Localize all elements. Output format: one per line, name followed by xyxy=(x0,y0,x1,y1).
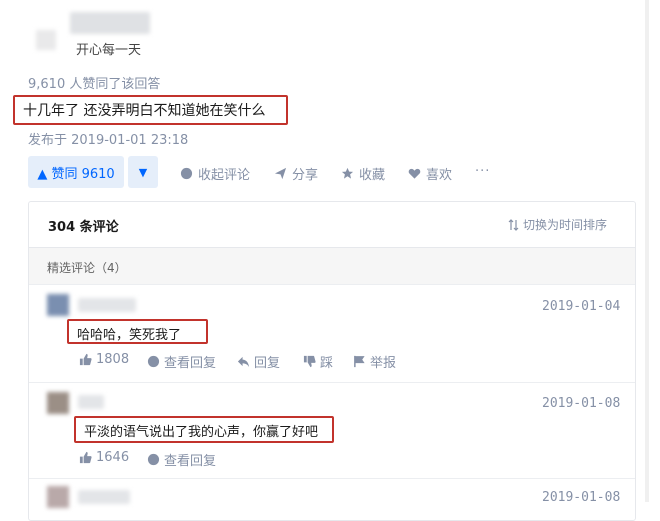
comment-author-name[interactable] xyxy=(78,395,104,409)
comment-date: 2019-01-04 xyxy=(542,299,621,314)
reply-arrow-icon xyxy=(237,356,250,368)
share-label: 分享 xyxy=(292,168,319,183)
downvote-button[interactable]: ▼ xyxy=(128,156,158,188)
more-button[interactable]: ··· xyxy=(475,164,490,179)
comment-avatar[interactable] xyxy=(47,392,69,414)
comment-bubble-icon xyxy=(147,453,160,466)
reply-button[interactable]: 回复 xyxy=(237,352,280,371)
thumbs-up-icon xyxy=(79,451,92,464)
comment-date: 2019-01-08 xyxy=(542,396,621,411)
comment-date: 2019-01-08 xyxy=(542,490,621,505)
scrollbar[interactable] xyxy=(645,0,649,502)
divider xyxy=(29,478,635,479)
author-avatar[interactable] xyxy=(36,30,56,50)
comment-text: 平淡的语气说出了我的心声，你赢了好吧 xyxy=(84,425,319,440)
view-replies-label: 查看回复 xyxy=(164,356,217,371)
comment-avatar[interactable] xyxy=(47,294,69,316)
view-replies-button[interactable]: 查看回复 xyxy=(147,352,216,371)
sort-arrows-icon xyxy=(508,218,519,231)
comment-body: 哈哈哈，笑死我了 xyxy=(67,319,208,344)
comment-like-button[interactable]: 1808 xyxy=(79,352,129,367)
dislike-button[interactable]: 踩 xyxy=(303,352,333,371)
report-button[interactable]: 举报 xyxy=(353,352,396,371)
upvote-label: ▲ 赞同 9610 xyxy=(37,166,115,182)
share-button[interactable]: 分享 xyxy=(274,164,318,183)
publish-time[interactable]: 发布于 2019-01-01 23:18 xyxy=(28,129,188,148)
report-label: 举报 xyxy=(370,356,397,371)
view-replies-label: 查看回复 xyxy=(164,454,217,469)
collapse-comments-label: 收起评论 xyxy=(198,168,251,183)
favorite-button[interactable]: 收藏 xyxy=(341,164,385,183)
sort-toggle-label: 切换为时间排序 xyxy=(523,218,608,232)
like-label: 喜欢 xyxy=(426,168,453,183)
collapse-comments-button[interactable]: 收起评论 xyxy=(180,164,250,183)
comment-like-button[interactable]: 1646 xyxy=(79,450,129,465)
view-replies-button[interactable]: 查看回复 xyxy=(147,450,216,469)
answer-text: 十几年了 还没弄明白不知道她在笑什么 xyxy=(23,103,266,119)
comment-avatar[interactable] xyxy=(47,486,69,508)
comment-like-count: 1646 xyxy=(96,450,130,465)
comment-icon xyxy=(180,167,193,180)
comment-like-count: 1808 xyxy=(96,352,130,367)
divider xyxy=(29,284,635,285)
star-icon xyxy=(341,167,354,179)
divider xyxy=(29,382,635,383)
heart-icon xyxy=(408,168,421,179)
comment-text: 哈哈哈，笑死我了 xyxy=(77,328,182,343)
comment-bubble-icon xyxy=(147,355,160,368)
featured-comments-label: 精选评论（4） xyxy=(47,261,127,275)
comment-body: 平淡的语气说出了我的心声，你赢了好吧 xyxy=(74,416,334,443)
comment-count: 304 条评论 xyxy=(48,220,119,235)
like-button[interactable]: 喜欢 xyxy=(408,164,452,183)
upvote-button[interactable]: ▲ 赞同 9610 xyxy=(28,156,124,188)
dislike-label: 踩 xyxy=(320,356,334,371)
thumbs-down-icon xyxy=(303,355,316,368)
author-bio: 开心每一天 xyxy=(76,43,142,58)
favorite-label: 收藏 xyxy=(359,168,386,183)
upvote-summary: 9,610 人赞同了该回答 xyxy=(28,77,161,92)
paper-plane-icon xyxy=(274,167,287,180)
comment-author-name[interactable] xyxy=(78,298,136,312)
triangle-down-icon: ▼ xyxy=(138,165,148,179)
thumbs-up-icon xyxy=(79,353,92,366)
reply-label: 回复 xyxy=(254,356,281,371)
flag-icon xyxy=(354,355,365,368)
author-name[interactable] xyxy=(70,12,150,34)
answer-content: 十几年了 还没弄明白不知道她在笑什么 xyxy=(13,95,288,125)
more-icon: ··· xyxy=(475,164,491,179)
sort-toggle-button[interactable]: 切换为时间排序 xyxy=(508,216,607,233)
